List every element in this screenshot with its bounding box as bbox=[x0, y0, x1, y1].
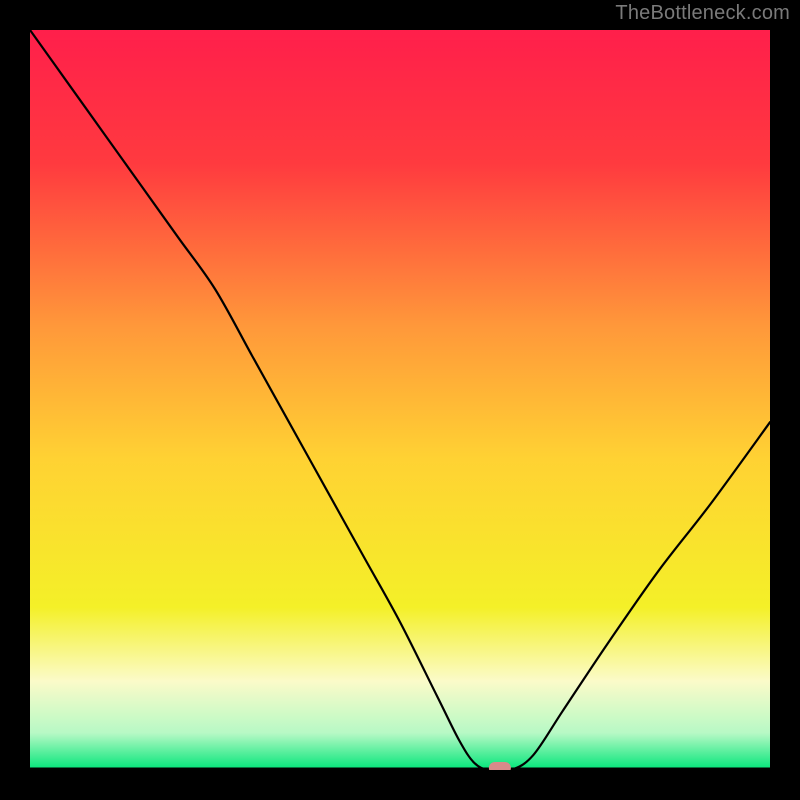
chart-svg bbox=[30, 30, 770, 770]
plot-area bbox=[30, 30, 770, 770]
gradient-background bbox=[30, 30, 770, 770]
watermark-text: TheBottleneck.com bbox=[615, 2, 790, 25]
current-point-marker bbox=[489, 762, 511, 770]
chart-frame: TheBottleneck.com bbox=[0, 0, 800, 800]
